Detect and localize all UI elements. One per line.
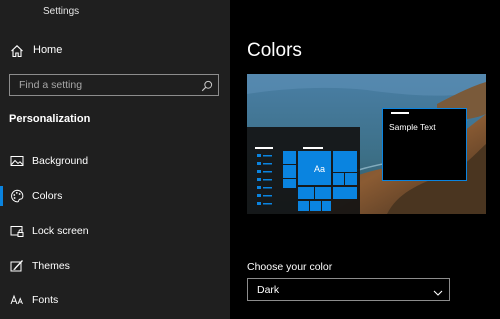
palette-icon bbox=[10, 189, 24, 203]
brush-icon bbox=[10, 259, 24, 273]
home-icon bbox=[10, 44, 24, 58]
lock-screen-icon bbox=[10, 224, 24, 238]
page-title: Colors bbox=[247, 40, 302, 61]
sidebar-item-colors[interactable]: Colors bbox=[0, 183, 230, 209]
picture-icon bbox=[10, 154, 24, 168]
search-icon[interactable] bbox=[201, 79, 213, 92]
section-title: Personalization bbox=[9, 113, 91, 125]
preview-window: Sample Text bbox=[382, 108, 467, 181]
preview-window-titlebar bbox=[383, 109, 466, 117]
main-content: Colors Aa Sample Text Choose your color … bbox=[230, 0, 500, 319]
choose-color-dropdown[interactable]: Dark bbox=[247, 278, 450, 301]
sidebar-item-label: Fonts bbox=[32, 294, 59, 306]
theme-preview: Aa Sample Text bbox=[247, 74, 486, 214]
chevron-down-icon bbox=[433, 285, 443, 296]
sidebar-item-background[interactable]: Background bbox=[0, 148, 230, 174]
preview-start-menu: Aa bbox=[247, 127, 360, 214]
preview-tile-label: Aa bbox=[314, 164, 326, 174]
sidebar-item-label: Background bbox=[32, 155, 89, 167]
font-icon bbox=[10, 293, 24, 307]
home-nav-item[interactable]: Home bbox=[0, 40, 230, 62]
home-label: Home bbox=[33, 44, 63, 56]
sidebar-item-label: Themes bbox=[32, 260, 70, 272]
sidebar: Settings Home Find a setting Personaliza… bbox=[0, 0, 230, 319]
preview-sample-text: Sample Text bbox=[389, 122, 436, 132]
sidebar-item-label: Colors bbox=[32, 190, 63, 202]
window-title: Settings bbox=[43, 6, 80, 17]
search-placeholder: Find a setting bbox=[19, 79, 83, 91]
sidebar-item-fonts[interactable]: Fonts bbox=[0, 287, 230, 313]
choose-color-value: Dark bbox=[257, 284, 280, 296]
sidebar-item-lock-screen[interactable]: Lock screen bbox=[0, 218, 230, 244]
choose-color-label: Choose your color bbox=[247, 261, 333, 273]
search-input[interactable]: Find a setting bbox=[9, 74, 219, 96]
sidebar-item-themes[interactable]: Themes bbox=[0, 253, 230, 279]
sidebar-item-label: Lock screen bbox=[32, 225, 89, 237]
